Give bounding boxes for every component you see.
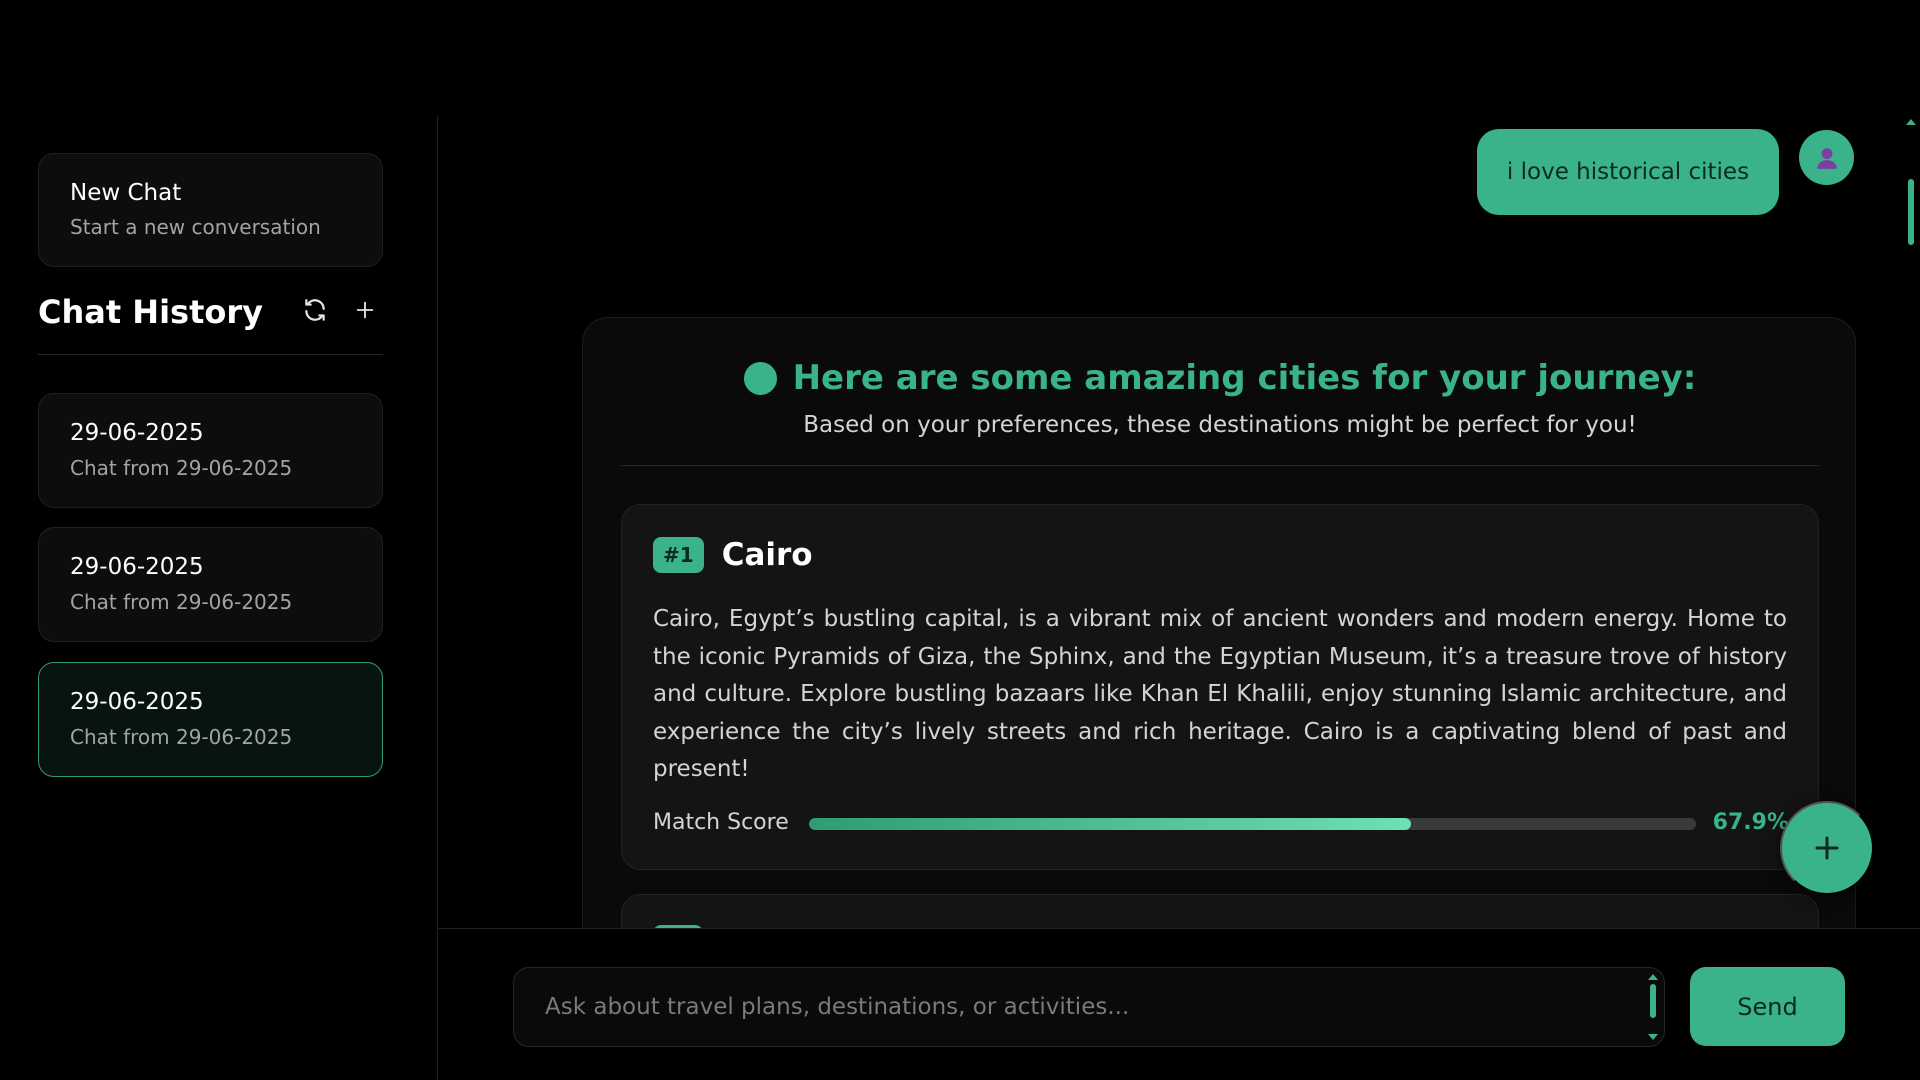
match-score-label: Match Score	[653, 810, 789, 835]
chat-history-item[interactable]: 29-06-2025 Chat from 29-06-2025	[38, 393, 383, 508]
message-input-wrapper	[513, 967, 1665, 1047]
plus-icon	[356, 301, 374, 319]
city-name: Cairo	[721, 537, 813, 573]
chat-history-item-subtitle: Chat from 29-06-2025	[70, 590, 293, 614]
scroll-up-icon[interactable]	[1906, 119, 1916, 125]
chat-history-item-date: 29-06-2025	[70, 420, 204, 446]
match-score-fill	[809, 818, 1412, 830]
message-input[interactable]	[514, 968, 1624, 1046]
rank-badge: #1	[653, 537, 704, 573]
input-scrollbar[interactable]	[1646, 972, 1660, 1042]
response-header: Here are some amazing cities for your jo…	[621, 318, 1819, 466]
chat-history-item-active[interactable]: 29-06-2025 Chat from 29-06-2025	[38, 662, 383, 777]
chat-history-header: Chat History	[38, 283, 383, 355]
refresh-icon	[305, 299, 325, 321]
response-title-row: Here are some amazing cities for your jo…	[621, 358, 1819, 398]
message-input-bar: Send	[438, 928, 1920, 1080]
scroll-down-icon[interactable]	[1648, 1034, 1658, 1040]
assistant-response-card: Here are some amazing cities for your jo…	[582, 317, 1856, 967]
plus-icon	[1815, 836, 1839, 860]
match-score-value: 67.9%	[1712, 810, 1789, 835]
chat-scrollbar[interactable]	[1902, 115, 1920, 930]
add-fab-button[interactable]	[1780, 801, 1874, 895]
match-score-row: Match Score 67.9%	[653, 810, 1789, 836]
city-description: Cairo, Egypt’s bustling capital, is a vi…	[653, 606, 1787, 782]
response-subtitle: Based on your preferences, these destina…	[803, 412, 1637, 438]
chat-history-item-date: 29-06-2025	[70, 689, 204, 715]
city-card[interactable]: #1 Cairo Cairo, Egypt’s bustling capital…	[621, 504, 1819, 870]
scroll-up-icon[interactable]	[1648, 974, 1658, 980]
match-score-track	[809, 818, 1696, 830]
chat-history-title: Chat History	[38, 293, 264, 331]
new-chat-title: New Chat	[70, 180, 182, 206]
status-dot-icon	[743, 361, 777, 395]
new-chat-button[interactable]: New Chat Start a new conversation	[38, 153, 383, 267]
sidebar: New Chat Start a new conversation Chat H…	[0, 115, 438, 1080]
chat-history-item-subtitle: Chat from 29-06-2025	[70, 725, 293, 749]
chat-history-item-subtitle: Chat from 29-06-2025	[70, 456, 293, 480]
add-chat-button[interactable]	[348, 293, 382, 327]
chat-history-item-date: 29-06-2025	[70, 554, 204, 580]
scroll-thumb[interactable]	[1650, 984, 1656, 1018]
chat-main: i love historical cities Here are some a…	[438, 115, 1920, 967]
refresh-history-button[interactable]	[298, 293, 332, 327]
user-icon	[1816, 147, 1837, 169]
new-chat-subtitle: Start a new conversation	[70, 215, 321, 239]
response-title: Here are some amazing cities for your jo…	[792, 358, 1697, 398]
send-button[interactable]: Send	[1690, 967, 1845, 1046]
user-avatar	[1799, 130, 1854, 185]
chat-history-item[interactable]: 29-06-2025 Chat from 29-06-2025	[38, 527, 383, 642]
scroll-thumb[interactable]	[1908, 179, 1914, 245]
user-message-bubble: i love historical cities	[1477, 129, 1779, 215]
city-card-header: #1 Cairo	[653, 535, 1787, 575]
